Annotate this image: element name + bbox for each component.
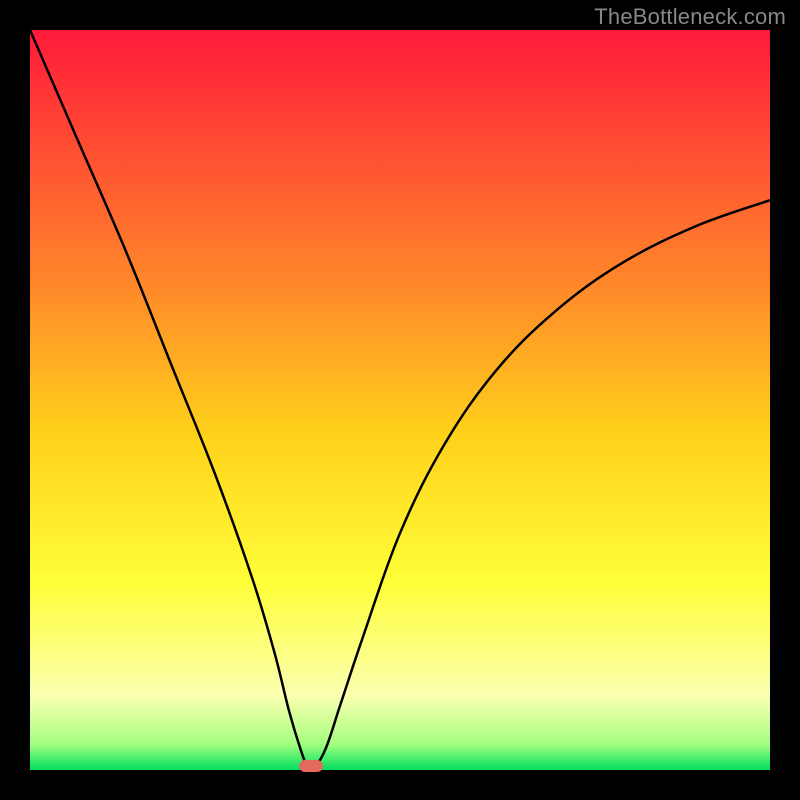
optimal-point-marker bbox=[299, 760, 323, 772]
plot-area bbox=[30, 30, 770, 770]
watermark-text: TheBottleneck.com bbox=[594, 4, 786, 30]
bottleneck-chart bbox=[30, 30, 770, 770]
chart-frame: TheBottleneck.com bbox=[0, 0, 800, 800]
gradient-background bbox=[30, 30, 770, 770]
